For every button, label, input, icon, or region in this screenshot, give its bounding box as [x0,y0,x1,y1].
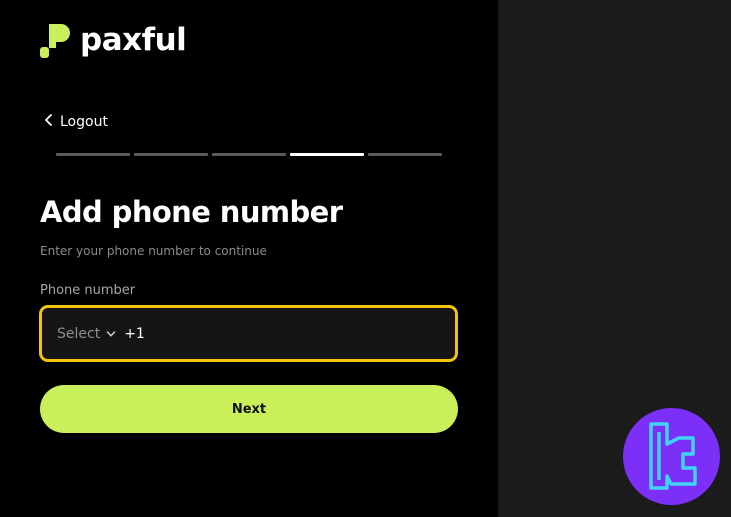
progress-step-2 [134,153,208,156]
progress-step-3 [212,153,286,156]
phone-number-label: Phone number [40,283,136,298]
page-title: Add phone number [40,195,343,229]
phone-number-input[interactable] [144,308,455,359]
brand-logo: paxful [40,22,187,58]
progress-steps [56,153,442,156]
page-subtitle: Enter your phone number to continue [40,244,267,258]
country-select-label: Select [57,325,101,342]
country-code-select[interactable]: Select [57,326,116,342]
chevron-down-icon [106,330,116,337]
dial-code: +1 [124,325,145,342]
progress-step-1 [56,153,130,156]
logout-link[interactable]: Logout [44,113,108,131]
logout-label: Logout [60,114,108,130]
paxful-logo-icon [40,24,70,58]
progress-step-5 [368,153,442,156]
signup-panel: paxful Logout Add phone number Enter you… [0,0,498,517]
progress-step-4 [290,153,364,156]
chevron-left-icon [44,113,54,131]
phone-number-field: Select +1 [39,305,458,362]
next-button[interactable]: Next [40,385,458,433]
tc-badge-icon [623,408,720,505]
brand-name: paxful [80,22,187,58]
